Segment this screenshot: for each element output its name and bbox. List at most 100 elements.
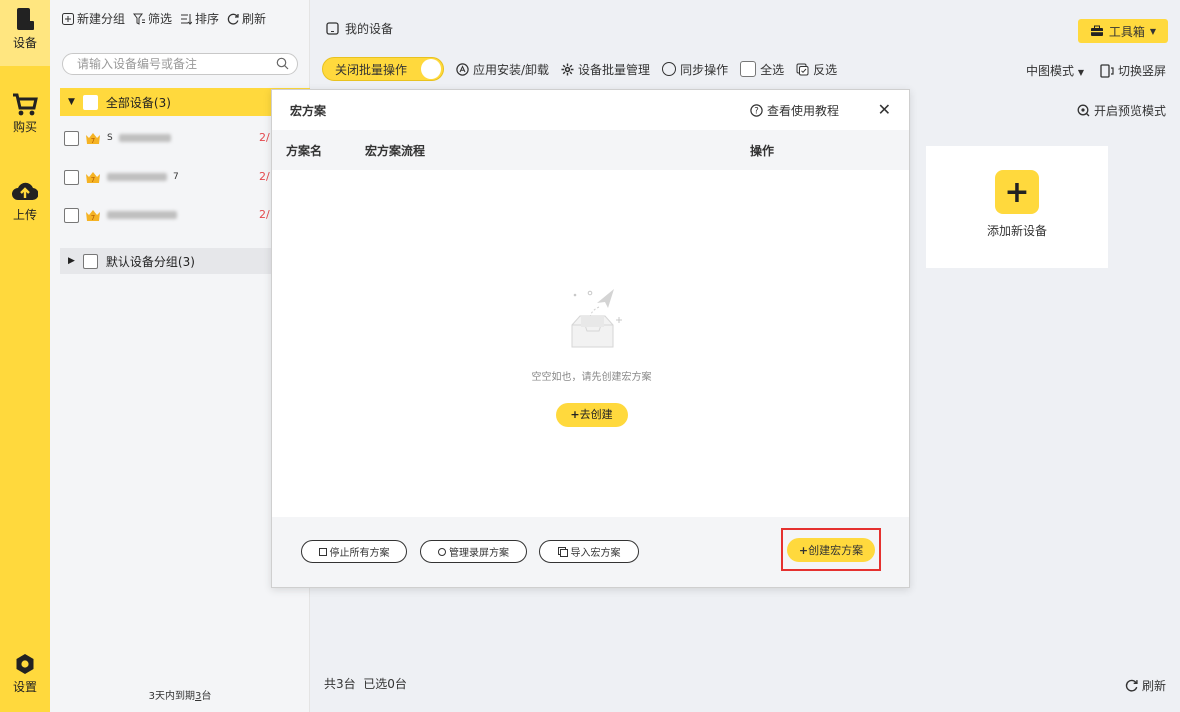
svg-text:?: ? [754, 107, 759, 117]
empty-text: 空空如也，请先创建宏方案 [531, 372, 652, 383]
go-create-button[interactable]: +去创建 [555, 403, 628, 427]
device-checkbox[interactable] [64, 169, 79, 185]
device-search [62, 53, 298, 75]
rotate-screen-icon [1100, 63, 1114, 78]
vip-level-text: 7 [91, 214, 95, 222]
device-search-input[interactable] [77, 54, 277, 74]
switch-screen-label: 切换竖屏 [1117, 64, 1166, 78]
tutorial-link[interactable]: ? 查看使用教程 [750, 102, 839, 119]
device-row[interactable]: 7 S [64, 128, 264, 148]
create-macro-button[interactable]: + 创建宏方案 [787, 538, 875, 562]
default-group-checkbox[interactable] [82, 253, 98, 269]
create-highlight-box: + 创建宏方案 [781, 528, 881, 571]
filter-button[interactable]: 筛选 [133, 10, 172, 27]
import-icon [557, 546, 568, 557]
add-device-card[interactable]: + 添加新设备 [926, 146, 1108, 268]
caret-right-icon[interactable]: ▶ [68, 256, 75, 266]
default-group-label: 默认设备分组(3) [105, 254, 195, 269]
gear-icon [16, 654, 34, 674]
rail-item-buy[interactable]: 购买 [0, 92, 50, 135]
go-create-label: 去创建 [579, 408, 613, 421]
stop-all-button[interactable]: 停止所有方案 [301, 540, 407, 563]
close-icon[interactable]: ✕ [878, 100, 891, 119]
batch-toggle-label: 关闭批量操作 [335, 62, 408, 77]
app-install-icon [456, 62, 469, 76]
macro-dialog: 宏方案 ? 查看使用教程 ✕ 方案名 宏方案流程 操作 空空如也，请先创建宏方案… [271, 89, 910, 588]
search-icon[interactable] [276, 57, 289, 70]
preview-mode-button[interactable]: 开启预览模式 [1077, 102, 1166, 119]
batch-operation-toggle[interactable]: 关闭批量操作 [322, 57, 444, 81]
view-mode-select[interactable]: 中图模式 ▼ [1026, 62, 1084, 79]
rail-label-settings: 设置 [12, 680, 37, 694]
expire-prefix: 3天内到期 [148, 691, 195, 702]
radio-circle [662, 62, 677, 76]
phone-icon [326, 22, 339, 35]
all-devices-checkbox[interactable] [82, 94, 98, 110]
all-devices-label: 全部设备(3) [105, 95, 171, 110]
filter-label: 筛选 [148, 12, 173, 26]
switch-screen-button[interactable]: 切换竖屏 [1100, 62, 1166, 79]
invert-icon [796, 63, 809, 75]
macro-table-header: 方案名 宏方案流程 操作 [272, 130, 909, 170]
device-row[interactable]: 7 [64, 205, 264, 225]
toolbox-button[interactable]: 工具箱 ▼ [1078, 19, 1168, 43]
rail-item-upload[interactable]: 上传 [0, 180, 50, 223]
batch-manage-label: 设备批量管理 [578, 62, 651, 77]
plus-icon: + [798, 543, 809, 557]
footer-status: 共3台 已选0台 [324, 675, 407, 692]
plus-icon: + [570, 408, 580, 421]
batch-manage-button[interactable]: 设备批量管理 [561, 61, 650, 78]
manage-record-label: 管理录屏方案 [449, 548, 509, 559]
rail-item-settings[interactable]: 设置 [0, 652, 50, 695]
panel-refresh-button[interactable]: 刷新 [227, 10, 266, 27]
add-device-label: 添加新设备 [986, 224, 1047, 238]
stop-icon [318, 547, 327, 556]
device-name-redacted [107, 211, 177, 219]
device-date: 2/ [259, 131, 270, 144]
invert-selection-button[interactable]: 反选 [796, 61, 837, 78]
rail-label-device: 设备 [12, 36, 37, 50]
panel-refresh-label: 刷新 [242, 12, 267, 26]
select-all-box [740, 61, 757, 77]
toggle-knob [421, 59, 441, 79]
rail-label-upload: 上传 [12, 208, 37, 222]
device-checkbox[interactable] [64, 207, 79, 223]
left-rail: 设备 购买 上传 设置 [0, 0, 50, 712]
device-date: 2/ [259, 170, 270, 183]
caret-down-icon[interactable]: ▼ [68, 97, 75, 107]
import-macro-label: 导入宏方案 [570, 548, 621, 559]
import-macro-button[interactable]: 导入宏方案 [539, 540, 639, 563]
col-action: 操作 [750, 143, 775, 158]
view-mode-label: 中图模式 [1025, 64, 1074, 78]
sync-operation-radio[interactable]: 同步操作 [662, 61, 728, 78]
chevron-down-icon: ▼ [1077, 68, 1084, 77]
device-name-redacted [107, 173, 167, 181]
footer-selected: 已选0台 [363, 677, 407, 691]
rail-item-device[interactable]: 设备 [0, 0, 50, 66]
footer-total: 共3台 [324, 677, 356, 691]
page-title-text: 我的设备 [345, 22, 394, 36]
toolbox-label: 工具箱 [1108, 24, 1145, 39]
crown-icon: 7 [86, 210, 100, 222]
device-checkbox[interactable] [64, 130, 79, 146]
panel-toolbar: 新建分组 筛选 排序 刷新 [62, 10, 266, 27]
sort-button[interactable]: 排序 [180, 10, 219, 27]
device-row[interactable]: 7 7 [64, 167, 264, 187]
new-group-button[interactable]: 新建分组 [62, 10, 125, 27]
record-icon [438, 547, 446, 556]
add-box-icon [62, 12, 74, 25]
app-install-button[interactable]: 应用安装/卸载 [456, 61, 549, 78]
main-toolbar: 关闭批量操作 应用安装/卸载 设备批量管理 同步操作 全选 反选 [322, 57, 837, 81]
help-icon: ? [750, 104, 763, 117]
manage-record-button[interactable]: 管理录屏方案 [420, 540, 527, 563]
sort-icon [181, 13, 193, 25]
plus-icon: + [995, 170, 1039, 214]
sync-operation-label: 同步操作 [680, 62, 729, 77]
select-all-label: 全选 [760, 62, 785, 77]
main-refresh-button[interactable]: 刷新 [1125, 677, 1166, 694]
refresh-icon [1125, 679, 1138, 692]
crown-icon: 7 [86, 172, 100, 184]
device-name-suffix: 7 [173, 172, 179, 182]
vip-level-text: 7 [91, 137, 95, 145]
select-all-checkbox[interactable]: 全选 [740, 61, 784, 78]
